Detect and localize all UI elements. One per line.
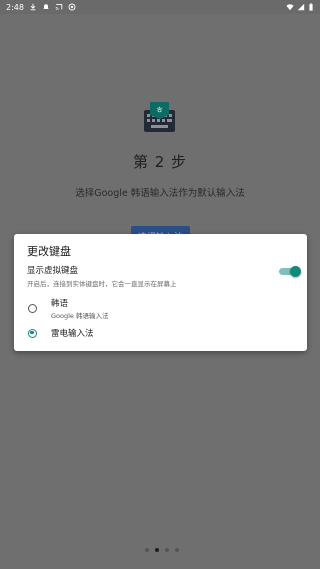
keyboard-option-korean[interactable]: 韩语 Google 韩语输入法 [28, 297, 109, 320]
change-keyboard-dialog: 更改键盘 显示虚拟键盘 开启后，连接到实体键盘时，它会一直显示在屏幕上 韩语 G… [14, 234, 307, 351]
download-icon [30, 3, 36, 11]
status-bar: 2:48 [0, 0, 320, 14]
dialog-title: 更改键盘 [27, 245, 71, 258]
option-label: 雷电输入法 [51, 329, 94, 339]
switch-thumb [290, 266, 301, 277]
option-description: Google 韩语输入法 [51, 312, 109, 320]
notification-icon [43, 4, 49, 9]
radio-button[interactable] [28, 304, 37, 313]
page-dot [165, 548, 169, 552]
virtual-keyboard-switch[interactable] [279, 266, 301, 278]
page-indicator [145, 548, 179, 552]
page-dot-active [155, 548, 159, 552]
toggle-label: 显示虚拟键盘 [27, 266, 79, 276]
cast-icon [55, 4, 63, 10]
signal-icon [297, 3, 305, 11]
radio-button-selected[interactable] [28, 328, 37, 338]
wifi-icon [286, 4, 294, 11]
show-virtual-keyboard-row[interactable]: 显示虚拟键盘 开启后，连接到实体键盘时，它会一直显示在屏幕上 [27, 264, 301, 288]
svg-text:ㅎ: ㅎ [155, 106, 163, 116]
page-dot [175, 548, 179, 552]
keyboard-option-leidian[interactable]: 雷电输入法 [28, 327, 94, 339]
step-description: 选择Google 韩语输入法作为默认输入法 [75, 188, 245, 199]
step-title: 第 2 步 [132, 153, 188, 171]
keyboard-icon: ㅎ [144, 102, 175, 132]
status-time: 2:48 [6, 2, 24, 12]
option-label: 韩语 [51, 299, 69, 309]
battery-icon [309, 3, 313, 11]
toggle-description: 开启后，连接到实体键盘时，它会一直显示在屏幕上 [27, 280, 177, 288]
settings-circle-icon [68, 3, 76, 11]
page-dot [145, 548, 149, 552]
